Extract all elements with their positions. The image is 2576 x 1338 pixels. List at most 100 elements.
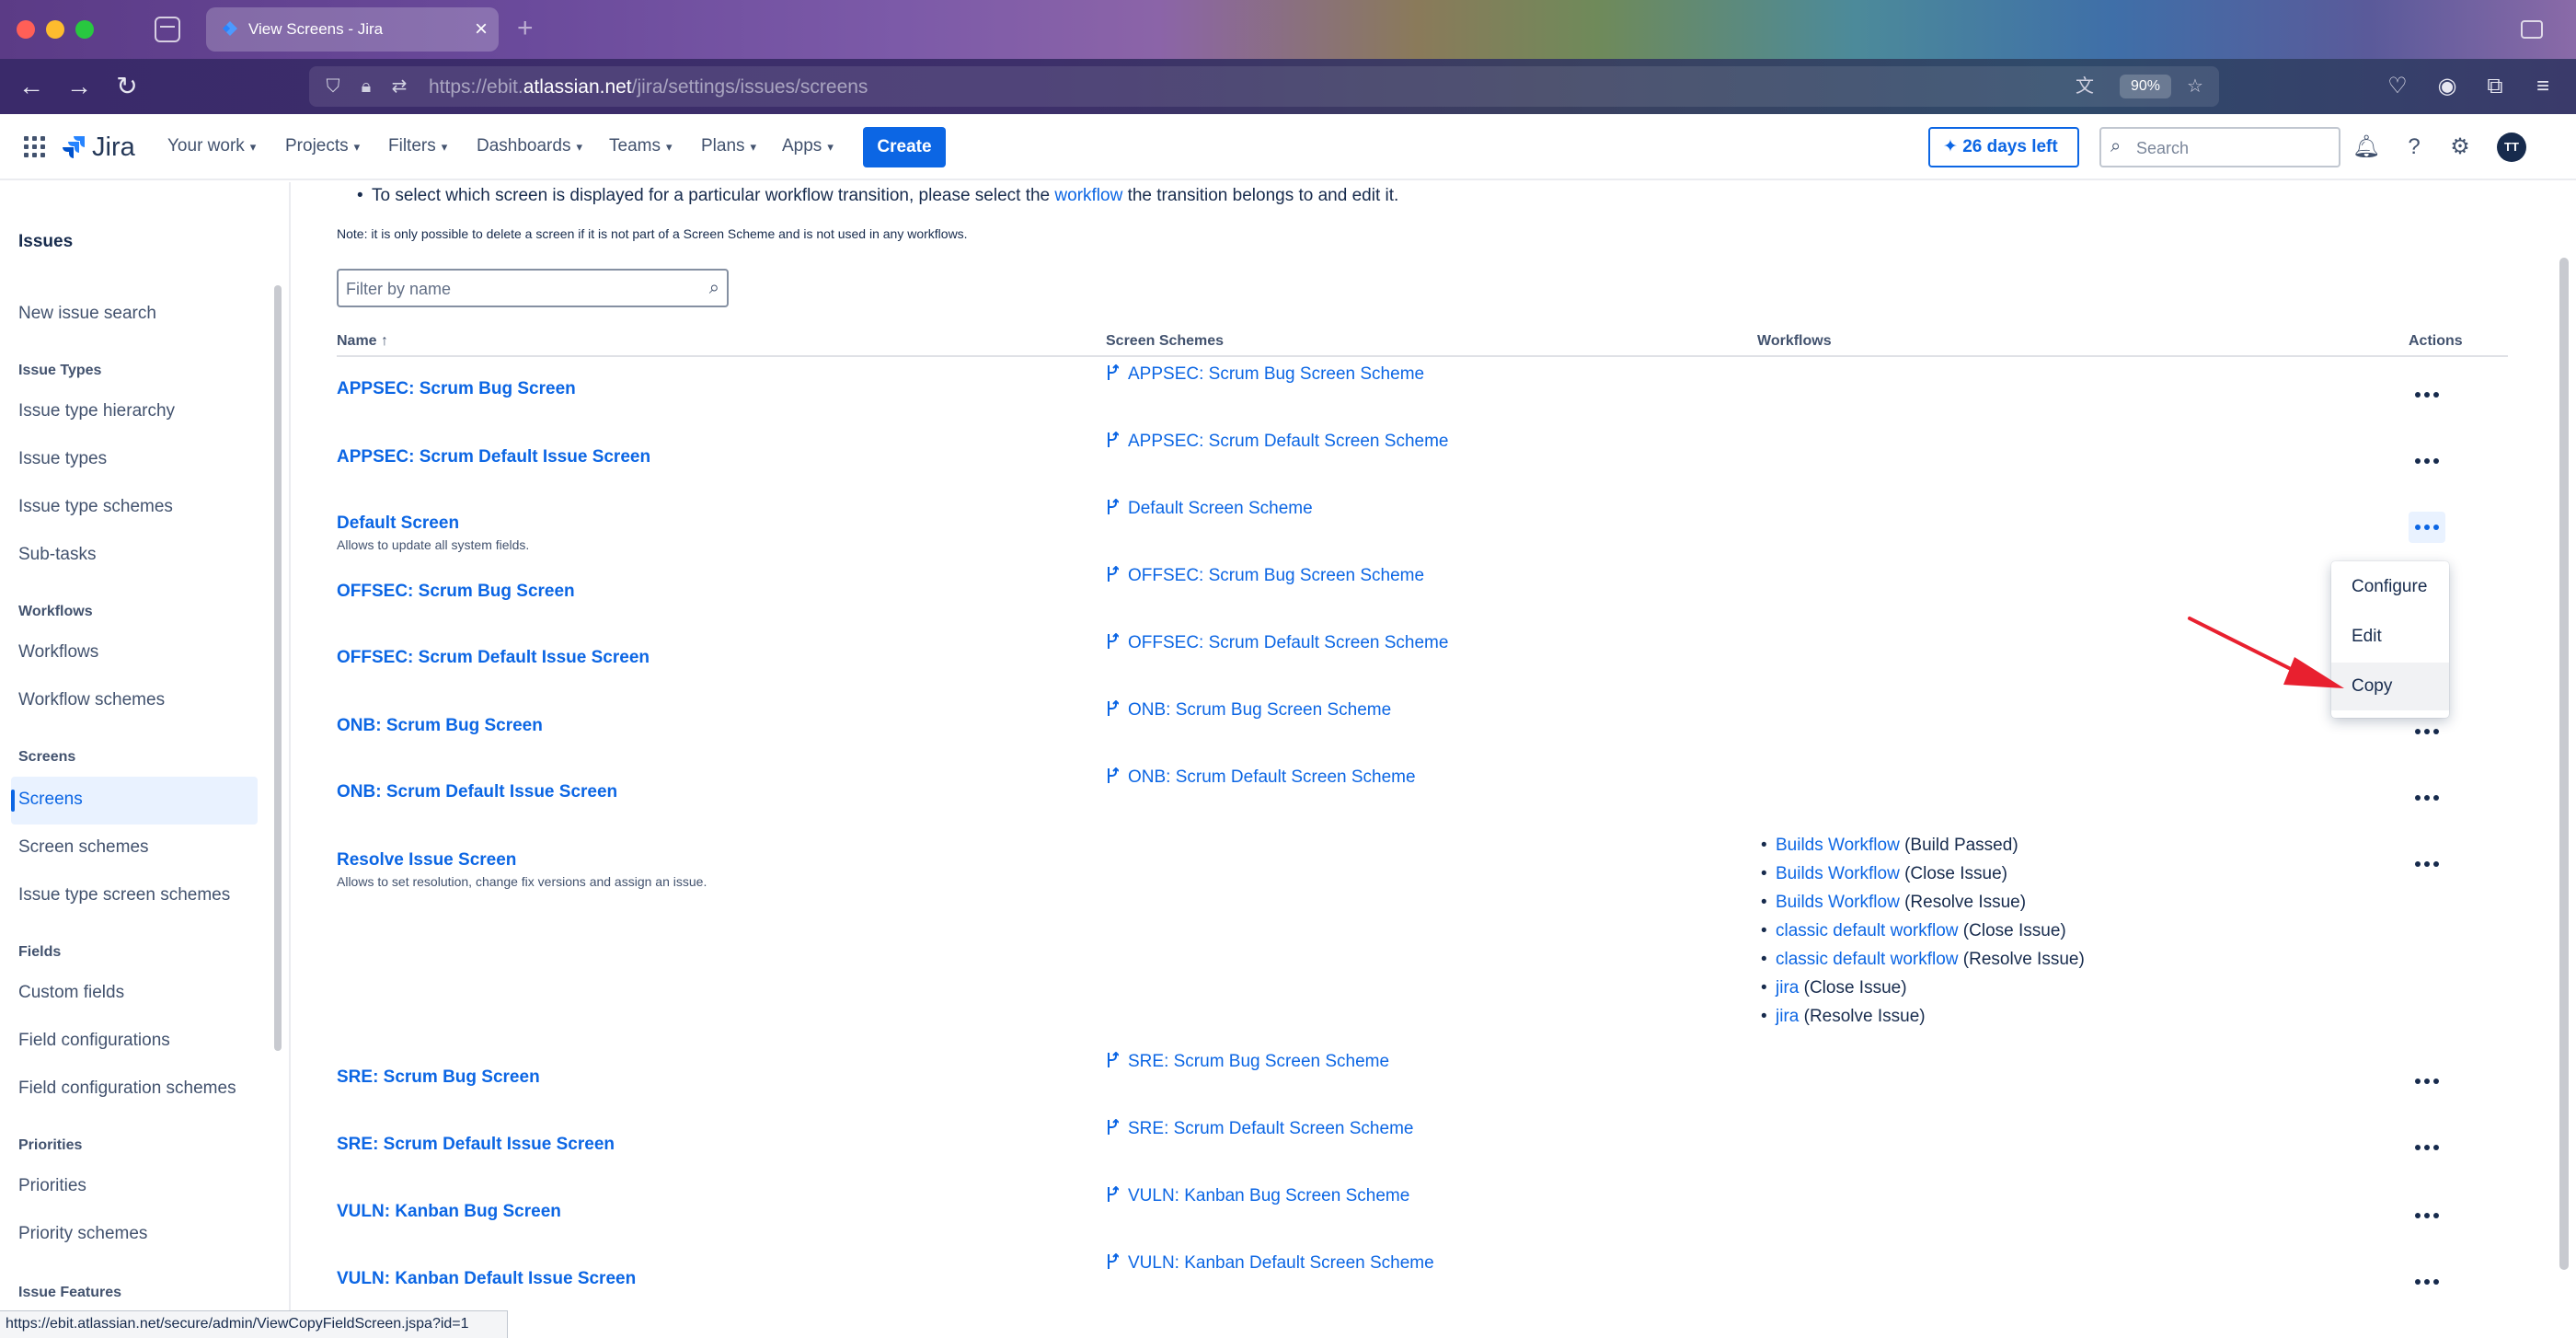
nav-filters[interactable]: Filters ▾	[388, 136, 447, 156]
sidebar-item-priorities[interactable]: Priorities	[18, 1176, 86, 1196]
forward-arrow-icon[interactable]: →	[63, 70, 96, 103]
browser-tab-active[interactable]: View Screens - Jira ×	[206, 7, 499, 52]
sidebar-item-issue-types[interactable]: Issue types	[18, 449, 107, 469]
screen-name-link[interactable]: VULN: Kanban Default Issue Screen	[337, 1269, 636, 1289]
trial-days-button[interactable]: ✦ 26 days left	[1928, 127, 2079, 167]
row-actions-button[interactable]	[2409, 1132, 2445, 1163]
sidebar-item-screen-schemes[interactable]: Screen schemes	[18, 837, 149, 858]
row-actions-button[interactable]	[2409, 716, 2445, 747]
screen-name-link[interactable]: VULN: Kanban Bug Screen	[337, 1202, 561, 1222]
help-icon[interactable]: ?	[2399, 133, 2429, 162]
screen-name-link[interactable]: OFFSEC: Scrum Bug Screen	[337, 582, 575, 602]
jira-logo[interactable]: Jira	[61, 131, 135, 164]
nav-plans[interactable]: Plans ▾	[701, 136, 756, 156]
screen-name-link[interactable]: SRE: Scrum Default Issue Screen	[337, 1135, 615, 1155]
translate-icon[interactable]: 文	[2074, 75, 2096, 98]
sidebar-toggle-icon[interactable]	[2521, 20, 2543, 39]
workflow-link[interactable]: jira	[1776, 1007, 1799, 1026]
row-actions-button[interactable]	[2409, 445, 2445, 477]
nav-apps[interactable]: Apps ▾	[782, 136, 834, 156]
screen-name-link[interactable]: OFFSEC: Scrum Default Issue Screen	[337, 648, 650, 668]
permissions-icon[interactable]: ⇄	[388, 75, 410, 98]
settings-gear-icon[interactable]: ⚙	[2445, 133, 2475, 162]
row-actions-button[interactable]	[2409, 1266, 2445, 1298]
maximize-window-button[interactable]	[75, 20, 94, 39]
menu-icon[interactable]: ≡	[2526, 70, 2559, 103]
screen-scheme-link[interactable]: VULN: Kanban Default Screen Scheme	[1106, 1253, 1434, 1274]
row-actions-button[interactable]	[2409, 782, 2445, 813]
notifications-icon[interactable]: 🔔︎	[2352, 133, 2381, 162]
row-actions-button[interactable]	[2409, 1066, 2445, 1097]
lock-icon[interactable]: 🔒︎	[355, 75, 377, 98]
shield-icon[interactable]: ⛉	[322, 75, 344, 98]
screen-name-link[interactable]: APPSEC: Scrum Bug Screen	[337, 379, 576, 399]
avatar[interactable]: TT	[2497, 133, 2526, 162]
sidebar-item-field-configurations[interactable]: Field configurations	[18, 1031, 170, 1051]
sidebar-item-sub-tasks[interactable]: Sub-tasks	[18, 545, 96, 565]
sidebar-item-issue-type-hierarchy[interactable]: Issue type hierarchy	[18, 401, 175, 421]
sidebar-item-issue-type-screen-schemes[interactable]: Issue type screen schemes	[18, 885, 230, 905]
tab-history-icon[interactable]	[155, 17, 180, 42]
sidebar-scrollbar[interactable]	[274, 285, 282, 1051]
row-actions-button-open[interactable]	[2409, 512, 2445, 543]
sidebar-item-new-issue-search[interactable]: New issue search	[18, 304, 156, 324]
search-input[interactable]: ⌕ Search	[2099, 127, 2340, 167]
screen-name-link[interactable]: ONB: Scrum Bug Screen	[337, 716, 543, 736]
workflow-link[interactable]: workflow	[1054, 186, 1122, 205]
create-button[interactable]: Create	[863, 127, 946, 167]
workflow-link[interactable]: Builds Workflow	[1776, 893, 1900, 912]
column-header-name[interactable]: Name ↑	[337, 333, 388, 350]
sidebar-item-screens[interactable]: Screens	[18, 790, 83, 810]
sidebar-item-custom-fields[interactable]: Custom fields	[18, 983, 124, 1003]
workflow-link[interactable]: Builds Workflow	[1776, 836, 1900, 855]
back-arrow-icon[interactable]: ←	[15, 70, 48, 103]
nav-projects[interactable]: Projects ▾	[285, 136, 360, 156]
nav-dashboards[interactable]: Dashboards ▾	[477, 136, 582, 156]
row-actions-button[interactable]	[2409, 379, 2445, 410]
screen-name-link[interactable]: ONB: Scrum Default Issue Screen	[337, 782, 617, 802]
url-text[interactable]: https://ebit.atlassian.net/jira/settings…	[429, 76, 868, 98]
screen-scheme-link[interactable]: APPSEC: Scrum Bug Screen Scheme	[1106, 364, 1424, 385]
screen-scheme-link[interactable]: OFFSEC: Scrum Bug Screen Scheme	[1106, 566, 1424, 586]
pocket-icon[interactable]: ♡	[2381, 70, 2414, 103]
tab-close-icon[interactable]: ×	[475, 17, 488, 42]
reload-icon[interactable]: ↻	[110, 70, 144, 103]
workflow-link[interactable]: classic default workflow	[1776, 950, 1959, 969]
sidebar-item-workflow-schemes[interactable]: Workflow schemes	[18, 690, 165, 710]
screen-scheme-link[interactable]: APPSEC: Scrum Default Screen Scheme	[1106, 432, 1448, 452]
workflow-link[interactable]: classic default workflow	[1776, 921, 1959, 940]
menu-item-edit[interactable]: Edit	[2331, 613, 2449, 661]
menu-item-copy[interactable]: Copy	[2331, 663, 2449, 710]
screen-scheme-link[interactable]: ONB: Scrum Bug Screen Scheme	[1106, 700, 1391, 721]
nav-teams[interactable]: Teams ▾	[609, 136, 673, 156]
screen-name-link[interactable]: Resolve Issue Screen	[337, 850, 516, 871]
screen-scheme-link[interactable]: VULN: Kanban Bug Screen Scheme	[1106, 1186, 1409, 1206]
close-window-button[interactable]	[17, 20, 35, 39]
url-bar[interactable]: ⛉ 🔒︎ ⇄ https://ebit.atlassian.net/jira/s…	[309, 66, 2219, 107]
menu-item-configure[interactable]: Configure	[2331, 563, 2449, 611]
bookmark-star-icon[interactable]: ☆	[2184, 75, 2206, 98]
workflow-link[interactable]: jira	[1776, 978, 1799, 998]
row-actions-button[interactable]	[2409, 848, 2445, 880]
account-icon[interactable]: ◉	[2431, 70, 2464, 103]
new-tab-icon[interactable]: +	[517, 13, 534, 44]
screen-name-link[interactable]: APPSEC: Scrum Default Issue Screen	[337, 447, 650, 467]
screen-scheme-link[interactable]: SRE: Scrum Default Screen Scheme	[1106, 1119, 1413, 1139]
screen-scheme-link[interactable]: OFFSEC: Scrum Default Screen Scheme	[1106, 633, 1448, 653]
screen-name-link[interactable]: SRE: Scrum Bug Screen	[337, 1067, 540, 1088]
extensions-icon[interactable]: ⧉	[2478, 70, 2512, 103]
workflow-link[interactable]: Builds Workflow	[1776, 864, 1900, 883]
nav-your-work[interactable]: Your work ▾	[167, 136, 256, 156]
sidebar-item-priority-schemes[interactable]: Priority schemes	[18, 1224, 147, 1244]
page-scrollbar[interactable]	[2559, 258, 2569, 1270]
minimize-window-button[interactable]	[46, 20, 64, 39]
sidebar-item-workflows[interactable]: Workflows	[18, 642, 98, 663]
row-actions-button[interactable]	[2409, 1200, 2445, 1231]
sidebar-item-issue-type-schemes[interactable]: Issue type schemes	[18, 497, 173, 517]
zoom-badge[interactable]: 90%	[2120, 75, 2171, 98]
sidebar-item-field-configuration-schemes[interactable]: Field configuration schemes	[18, 1078, 236, 1099]
screen-scheme-link[interactable]: ONB: Scrum Default Screen Scheme	[1106, 767, 1416, 788]
filter-by-name-input[interactable]: Filter by name ⌕	[337, 269, 729, 307]
screen-scheme-link[interactable]: Default Screen Scheme	[1106, 499, 1313, 519]
screen-name-link[interactable]: Default Screen	[337, 513, 459, 534]
